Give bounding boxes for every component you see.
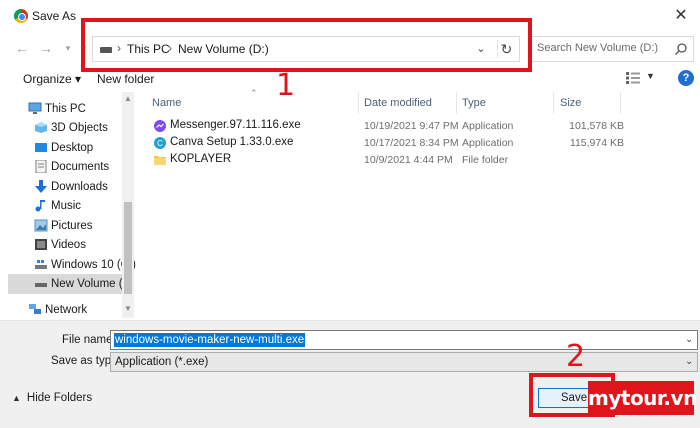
recent-locations-dropdown-icon[interactable]: ▾ bbox=[60, 40, 76, 56]
pictures-icon bbox=[34, 219, 48, 232]
hide-folders-button[interactable]: ▲ Hide Folders bbox=[12, 392, 92, 404]
sidebar-item-videos[interactable]: Videos bbox=[8, 235, 122, 255]
scroll-down-arrow-icon[interactable]: ▼ bbox=[122, 304, 134, 314]
download-arrow-icon bbox=[35, 180, 47, 193]
column-header-type[interactable]: Type bbox=[462, 97, 486, 109]
chrome-app-icon bbox=[14, 9, 28, 23]
sidebar-item-this-pc[interactable]: This PC bbox=[8, 99, 122, 119]
file-name: Messenger.97.11.116.exe bbox=[170, 119, 301, 131]
sidebar-item-documents[interactable]: Documents bbox=[8, 157, 122, 177]
sidebar-item-3d-objects[interactable]: 3D Objects bbox=[8, 118, 122, 138]
close-button[interactable]: ✕ bbox=[670, 6, 692, 26]
documents-icon bbox=[35, 160, 47, 173]
help-icon[interactable]: ? bbox=[678, 70, 694, 86]
file-type: Application bbox=[462, 137, 514, 149]
column-header-name[interactable]: Name bbox=[152, 97, 181, 109]
sidebar-item-label: Documents bbox=[51, 161, 110, 173]
column-divider[interactable] bbox=[358, 92, 359, 114]
sidebar-item-pictures[interactable]: Pictures bbox=[8, 216, 122, 236]
sidebar-item-label: Videos bbox=[51, 239, 86, 251]
scroll-up-arrow-icon[interactable]: ▲ bbox=[122, 94, 134, 104]
sidebar-item-windows-c[interactable]: Windows 10 (C:) bbox=[8, 255, 136, 275]
sidebar-item-new-volume[interactable]: New Volume (D: bbox=[8, 274, 134, 294]
cube-icon bbox=[35, 122, 47, 133]
back-arrow-icon[interactable]: ← bbox=[14, 40, 30, 56]
organize-button[interactable]: Organize ▾ bbox=[23, 72, 81, 86]
music-note-icon bbox=[35, 200, 45, 212]
collapse-caret-icon: ▲ bbox=[12, 393, 21, 403]
chevron-down-icon[interactable]: ⌄ bbox=[685, 334, 693, 345]
file-type: Application bbox=[462, 120, 514, 132]
column-header-size[interactable]: Size bbox=[560, 97, 581, 109]
search-placeholder: Search New Volume (D:) bbox=[537, 42, 659, 54]
drive-icon bbox=[35, 283, 47, 287]
videos-icon bbox=[35, 239, 47, 250]
file-row-canva[interactable]: C Canva Setup 1.33.0.exe 10/17/2021 8:34… bbox=[150, 135, 690, 152]
column-header-date[interactable]: Date modified bbox=[364, 97, 432, 109]
save-as-type-select[interactable]: Application (*.exe) ⌄ bbox=[110, 352, 698, 372]
file-list: ⌃ Name Date modified Type Size Messenger… bbox=[140, 88, 696, 318]
navigation-pane: This PC 3D Objects Desktop Documents Dow… bbox=[8, 92, 136, 322]
file-name-field[interactable]: windows-movie-maker-new-multi.exe ⌄ bbox=[110, 330, 698, 350]
search-input[interactable]: Search New Volume (D:) bbox=[528, 36, 694, 62]
save-as-type-value: Application (*.exe) bbox=[115, 356, 209, 368]
file-size: 101,578 KB bbox=[569, 120, 624, 132]
file-name: KOPLAYER bbox=[170, 153, 232, 165]
chevron-down-icon[interactable]: ⌄ bbox=[685, 356, 693, 367]
column-divider[interactable] bbox=[553, 92, 554, 114]
view-options-icon[interactable] bbox=[626, 72, 640, 84]
sidebar-item-network[interactable]: Network bbox=[8, 300, 122, 320]
folder-icon bbox=[154, 156, 166, 165]
file-name-label: File name: bbox=[62, 334, 116, 346]
sidebar-item-desktop[interactable]: Desktop bbox=[8, 138, 122, 158]
sidebar-item-label: This PC bbox=[45, 103, 86, 115]
scroll-thumb[interactable] bbox=[124, 202, 132, 294]
file-date: 10/17/2021 8:34 PM bbox=[364, 137, 459, 149]
desktop-icon bbox=[35, 143, 47, 152]
highlight-box-address bbox=[81, 18, 532, 72]
sidebar-item-downloads[interactable]: Downloads bbox=[8, 177, 122, 197]
file-row-messenger[interactable]: Messenger.97.11.116.exe 10/19/2021 9:47 … bbox=[150, 118, 690, 135]
file-row-koplayer[interactable]: KOPLAYER 10/9/2021 4:44 PM File folder bbox=[150, 152, 690, 169]
file-size: 115,974 KB bbox=[569, 137, 624, 149]
sidebar-item-label: 3D Objects bbox=[51, 122, 108, 134]
file-date: 10/9/2021 4:44 PM bbox=[364, 154, 453, 166]
hide-folders-label: Hide Folders bbox=[26, 392, 93, 404]
svg-text:C: C bbox=[157, 139, 163, 148]
windows-drive-icon bbox=[35, 260, 47, 269]
sidebar-scrollbar[interactable]: ▲ ▼ bbox=[122, 92, 134, 318]
file-type: File folder bbox=[462, 154, 509, 166]
file-name: Canva Setup 1.33.0.exe bbox=[170, 136, 294, 148]
column-divider[interactable] bbox=[456, 92, 457, 114]
file-name-value: windows-movie-maker-new-multi.exe bbox=[114, 333, 306, 347]
sidebar-item-label: Downloads bbox=[51, 181, 108, 193]
sidebar-item-label: Pictures bbox=[51, 220, 93, 232]
search-icon bbox=[675, 43, 687, 55]
sort-indicator-icon: ⌃ bbox=[250, 88, 258, 98]
command-toolbar: Organize ▾ New folder ▼ ? bbox=[0, 67, 700, 91]
view-dropdown-icon[interactable]: ▼ bbox=[646, 71, 655, 81]
canva-icon: C bbox=[154, 137, 166, 149]
watermark-logo: mytour.vn bbox=[588, 381, 697, 415]
sidebar-item-music[interactable]: Music bbox=[8, 196, 122, 216]
messenger-icon bbox=[154, 120, 166, 132]
sidebar-item-label: Desktop bbox=[51, 142, 94, 154]
file-date: 10/19/2021 9:47 PM bbox=[364, 120, 459, 132]
network-icon bbox=[29, 304, 41, 314]
sidebar-item-label: Network bbox=[45, 304, 88, 316]
forward-arrow-icon[interactable]: → bbox=[38, 40, 54, 56]
new-folder-button[interactable]: New folder bbox=[97, 72, 154, 86]
computer-icon bbox=[28, 102, 42, 114]
column-divider[interactable] bbox=[620, 92, 621, 114]
window-title: Save As bbox=[32, 9, 77, 23]
annotation-number-2: 2 bbox=[566, 339, 586, 374]
sidebar-item-label: Music bbox=[51, 200, 82, 212]
